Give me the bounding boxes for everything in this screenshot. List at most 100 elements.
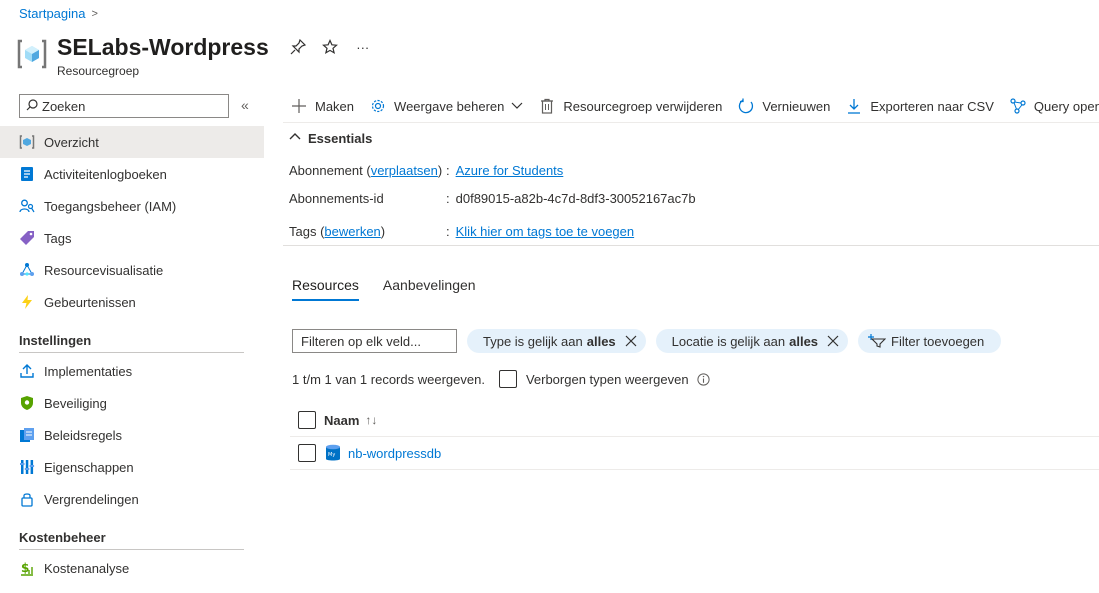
refresh-icon [737,97,755,115]
mysql-database-icon: My [325,444,341,462]
sidebar-item-vergrendelingen[interactable]: Vergrendelingen [0,483,264,515]
page-header: SELabs-Wordpress Resourcegroep ··· [17,33,373,78]
location-filter-pill[interactable]: Locatie is gelijk aan alles [655,329,849,353]
sidebar-item-label: Implementaties [44,363,133,379]
resource-group-icon [17,38,47,70]
type-filter-value: alles [586,333,616,349]
essentials-toggle[interactable]: Essentials [289,131,372,146]
resources-table: Naam ↑↓ My nb-wordpressdb [290,404,1099,470]
svg-text:$: $ [21,561,29,575]
record-count-row: 1 t/m 1 van 1 records weergeven. Verborg… [292,370,710,388]
command-bar: Maken Weergave beheren Resourcegroep ver… [290,93,1099,119]
subscription-id-label: Abonnements-id [289,191,384,206]
table-header: Naam ↑↓ [290,404,1099,437]
divider [283,122,1099,123]
location-filter-value: alles [789,333,819,349]
collapse-sidebar-icon[interactable]: « [241,97,249,113]
sidebar-item-beleidsregels[interactable]: Beleidsregels [0,419,264,451]
filter-bar: Type is gelijk aan alles Locatie is geli… [292,329,1011,353]
close-icon[interactable] [827,335,839,347]
create-label: Maken [315,98,355,114]
sidebar-item-implementaties[interactable]: Implementaties [0,355,264,387]
record-count: 1 t/m 1 van 1 records weergeven. [292,371,485,387]
sidebar-item-resourcevisualisatie[interactable]: Resourcevisualisatie [0,254,264,286]
column-header-naam[interactable]: Naam ↑↓ [324,413,377,428]
resource-tabs: Resources Aanbevelingen [292,277,476,301]
subscription-label-text: Abonnement [289,163,363,178]
sidebar-item-gebeurtenissen[interactable]: Gebeurtenissen [0,286,264,318]
info-icon[interactable] [696,372,710,386]
chevron-down-icon [511,99,523,114]
tab-aanbevelingen[interactable]: Aanbevelingen [383,277,476,301]
export-csv-button[interactable]: Exporteren naar CSV [845,97,994,115]
filter-input[interactable] [292,329,457,353]
breadcrumb-home-link[interactable]: Startpagina [19,6,86,21]
sidebar-item-tags[interactable]: Tags [0,222,264,254]
star-icon[interactable] [321,38,339,56]
manage-view-button[interactable]: Weergave beheren [369,97,523,115]
sidebar-item-label: Kostenanalyse [44,560,130,576]
breadcrumb-separator: > [91,7,98,20]
subscription-link[interactable]: Azure for Students [456,163,564,178]
sidebar-item-label: Vergrendelingen [44,491,139,507]
more-icon[interactable]: ··· [353,38,373,56]
add-filter-button[interactable]: Filter toevoegen [858,329,1002,353]
sidebar-item-label: Resourcevisualisatie [44,262,164,278]
essentials-tags-row: Tags (bewerken) : Klik hier om tags toe … [289,224,634,239]
shield-icon [19,395,35,411]
visualizer-icon [19,262,35,278]
activity-log-icon [19,166,35,182]
sidebar-item-kostenanalyse[interactable]: $ Kostenanalyse [0,552,264,584]
create-button[interactable]: Maken [290,97,354,115]
sort-icon: ↑↓ [365,413,378,427]
sidebar-item-activiteitenlogboeken[interactable]: Activiteitenlogboeken [0,158,264,190]
gear-icon [369,97,387,115]
colon: : [446,163,450,178]
show-hidden-types-checkbox[interactable] [498,370,517,388]
row-checkbox[interactable] [298,444,316,462]
sidebar-item-iam[interactable]: Toegangsbeheer (IAM) [0,190,264,222]
resource-group-icon [19,134,35,150]
manage-view-label: Weergave beheren [394,98,505,114]
colon: : [446,224,450,239]
trash-icon [538,97,556,115]
tag-icon [19,230,35,246]
close-icon[interactable] [625,335,637,347]
open-query-label: Query opene [1033,98,1099,114]
svg-text:My: My [328,452,335,458]
page-subtitle: Resourcegroep [57,64,140,78]
sidebar-item-beveiliging[interactable]: Beveiliging [0,387,264,419]
sidebar-item-label: Eigenschappen [44,459,134,475]
essentials-subscription-row: Abonnement (verplaatsen) : Azure for Stu… [289,163,563,178]
sidebar-item-label: Overzicht [44,134,99,150]
plus-icon [290,97,308,115]
page-title: SELabs-Wordpress [57,34,269,60]
select-all-checkbox[interactable] [298,411,316,429]
refresh-button[interactable]: Vernieuwen [737,97,830,115]
type-filter-pill[interactable]: Type is gelijk aan alles [467,329,646,353]
move-subscription-link[interactable]: verplaatsen [371,163,438,178]
section-divider [19,549,244,550]
divider [283,245,1099,246]
deploy-icon [19,363,35,379]
sidebar-item-overzicht[interactable]: Overzicht [0,126,264,158]
open-query-button[interactable]: Query opene [1009,97,1099,115]
sidebar-item-label: Activiteitenlogboeken [44,166,167,182]
sidebar-item-eigenschappen[interactable]: Eigenschappen [0,451,264,483]
pin-icon[interactable] [289,38,307,56]
sidebar-search[interactable] [19,94,229,118]
delete-resource-group-label: Resourcegroep verwijderen [563,98,723,114]
sidebar-item-label: Beleidsregels [44,427,123,443]
section-heading-kostenbeheer: Kostenbeheer [19,530,106,545]
type-filter-prefix: Type is gelijk aan [483,333,583,349]
column-label: Naam [324,412,360,428]
policy-icon [19,427,35,443]
search-icon [26,98,38,114]
search-input[interactable] [42,98,212,114]
add-filter-label: Filter toevoegen [891,333,985,349]
edit-tags-link[interactable]: bewerken [324,224,380,239]
resource-link[interactable]: nb-wordpressdb [348,446,441,461]
add-tags-link[interactable]: Klik hier om tags toe te voegen [456,224,635,239]
delete-resource-group-button[interactable]: Resourcegroep verwijderen [538,97,722,115]
tab-resources[interactable]: Resources [292,277,359,301]
